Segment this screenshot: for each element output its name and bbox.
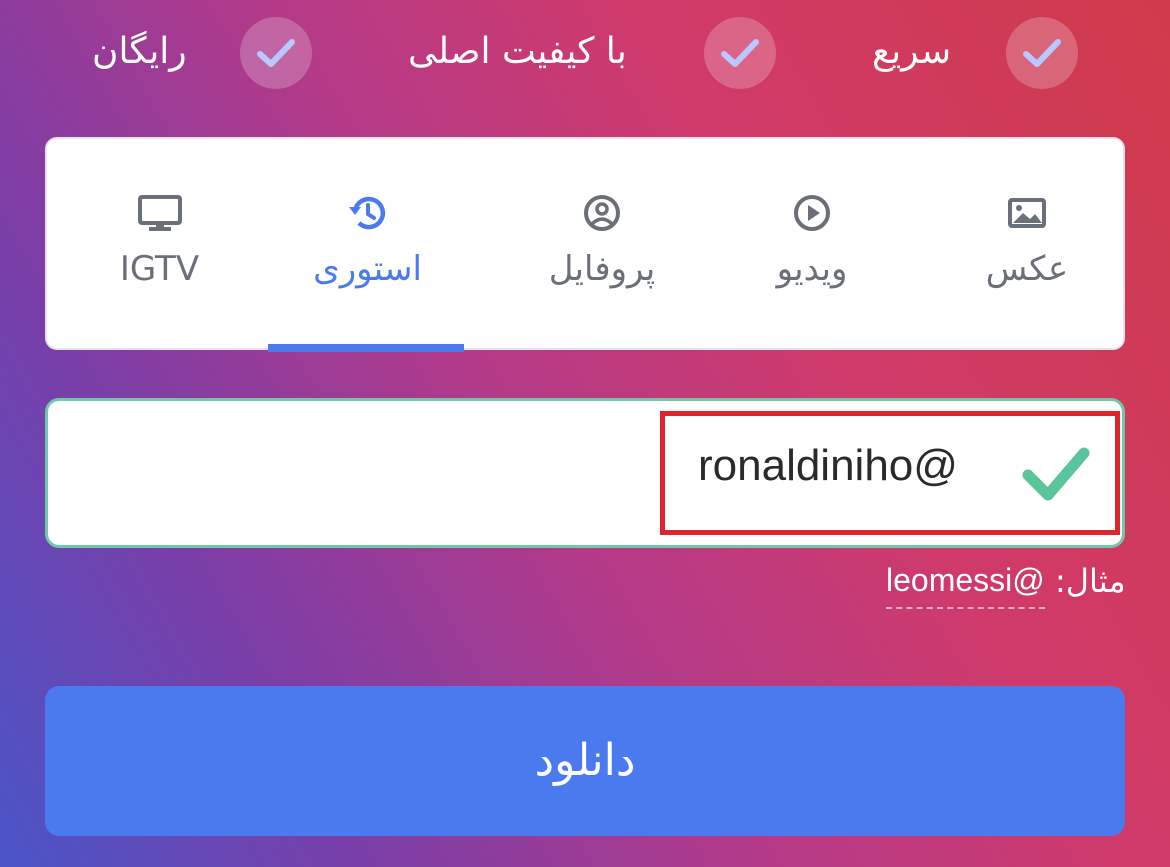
tab-photo[interactable]: عکس [952, 139, 1102, 350]
tab-video[interactable]: ویدیو [737, 139, 887, 350]
tv-icon [137, 195, 182, 231]
tab-photo-label: عکس [985, 249, 1069, 289]
hint-example-link[interactable]: leomessi@ [886, 562, 1045, 609]
features-row: سریع با کیفیت اصلی رایگان [0, 0, 1170, 105]
check-icon [240, 17, 312, 89]
active-tab-indicator [268, 344, 464, 352]
tab-igtv[interactable]: IGTV [92, 139, 227, 350]
tab-story-label: استوری [313, 249, 422, 289]
feature-label-fast: سریع [872, 31, 952, 72]
image-icon [1008, 198, 1046, 228]
history-icon [348, 196, 385, 230]
hint-prefix: مثال: [1055, 562, 1126, 600]
profile-icon [584, 195, 620, 231]
tab-igtv-label: IGTV [119, 249, 200, 289]
tab-story[interactable]: استوری [270, 139, 465, 350]
username-input-value: ronaldiniho@ [698, 441, 958, 490]
check-icon [1006, 17, 1078, 89]
feature-label-free: رایگان [92, 31, 187, 72]
tab-video-label: ویدیو [776, 249, 848, 289]
media-type-tabs: عکس ویدیو پروفایل استوری IGTV [45, 137, 1125, 352]
tab-profile[interactable]: پروفایل [502, 139, 702, 350]
valid-check-icon [1022, 447, 1090, 501]
username-input[interactable]: ronaldiniho@ [45, 398, 1125, 548]
feature-label-quality: با کیفیت اصلی [408, 31, 627, 72]
play-circle-icon [794, 195, 830, 231]
download-button[interactable]: دانلود [45, 686, 1125, 836]
tab-profile-label: پروفایل [548, 249, 656, 289]
check-icon [704, 17, 776, 89]
